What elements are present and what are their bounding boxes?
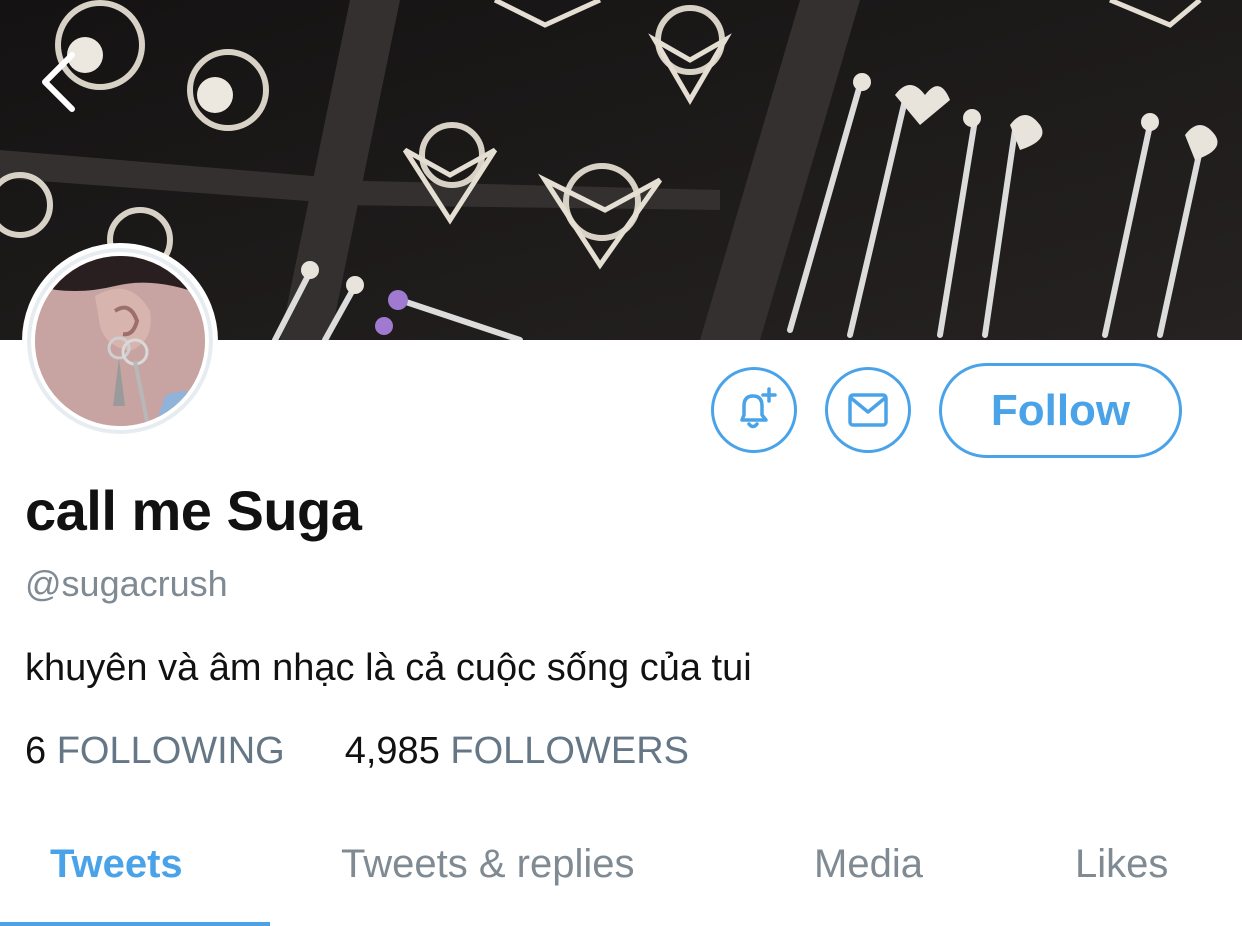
user-handle: @sugacrush xyxy=(25,563,228,604)
avatar-image xyxy=(35,256,205,426)
profile-avatar[interactable] xyxy=(22,243,218,439)
followers-count: 4,985 xyxy=(344,730,440,772)
notifications-button[interactable] xyxy=(711,367,797,453)
profile-bio: khuyên và âm nhạc là cả cuộc sống của tu… xyxy=(25,647,752,689)
tab-tweets-replies[interactable]: Tweets & replies xyxy=(341,842,634,887)
following-stat[interactable]: 6 FOLLOWING xyxy=(25,730,285,773)
followers-stat[interactable]: 4,985 FOLLOWERS xyxy=(345,730,689,773)
active-tab-indicator xyxy=(0,922,270,926)
followers-label: FOLLOWERS xyxy=(450,730,689,772)
following-count: 6 xyxy=(25,730,47,772)
following-label: FOLLOWING xyxy=(56,730,285,772)
profile-stats: 6 FOLLOWING 4,985 FOLLOWERS xyxy=(25,730,689,773)
chevron-left-icon xyxy=(42,52,75,112)
tab-likes[interactable]: Likes xyxy=(1075,842,1168,887)
message-button[interactable] xyxy=(825,367,911,453)
display-name: call me Suga xyxy=(25,479,362,542)
tab-media[interactable]: Media xyxy=(814,842,923,887)
bell-plus-icon xyxy=(740,387,777,429)
back-button[interactable] xyxy=(30,45,90,115)
follow-button[interactable]: Follow xyxy=(939,363,1182,458)
envelope-icon xyxy=(848,393,888,427)
tab-tweets[interactable]: Tweets xyxy=(50,842,183,887)
profile-tabs: Tweets Tweets & replies Media Likes xyxy=(0,820,1242,926)
